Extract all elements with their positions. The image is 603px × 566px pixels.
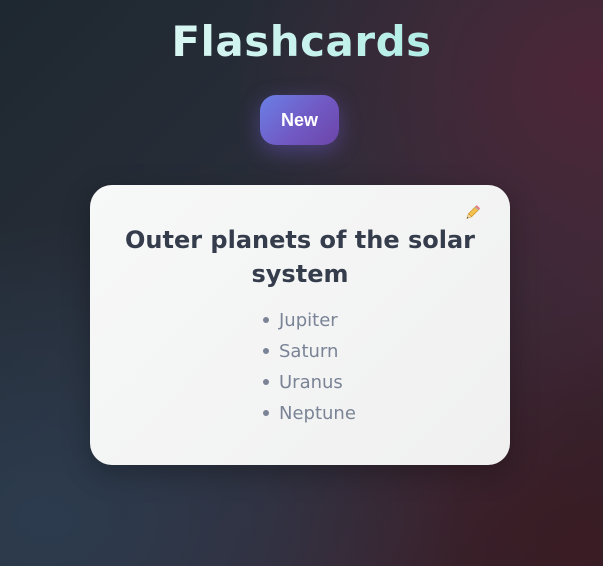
page-title: Flashcards <box>0 14 603 70</box>
flashcard[interactable]: Outer planets of the solar system Jupite… <box>90 185 510 465</box>
bullet-icon <box>263 348 269 354</box>
bullet-icon <box>263 317 269 323</box>
list-item-label: Jupiter <box>279 310 338 331</box>
list-item: Saturn <box>90 336 510 367</box>
list-item-label: Neptune <box>279 403 356 424</box>
list-item: Neptune <box>90 398 510 429</box>
card-title: Outer planets of the solar system <box>124 226 475 288</box>
list-item: Jupiter <box>90 305 510 336</box>
list-item-label: Saturn <box>279 341 339 362</box>
new-card-button[interactable]: New <box>260 95 339 145</box>
list-item: Uranus <box>90 367 510 398</box>
card-item-list: Jupiter Saturn Uranus Neptune <box>90 305 510 429</box>
bullet-icon <box>263 379 269 385</box>
pencil-icon[interactable] <box>462 203 482 223</box>
list-item-label: Uranus <box>279 372 343 393</box>
bullet-icon <box>263 410 269 416</box>
